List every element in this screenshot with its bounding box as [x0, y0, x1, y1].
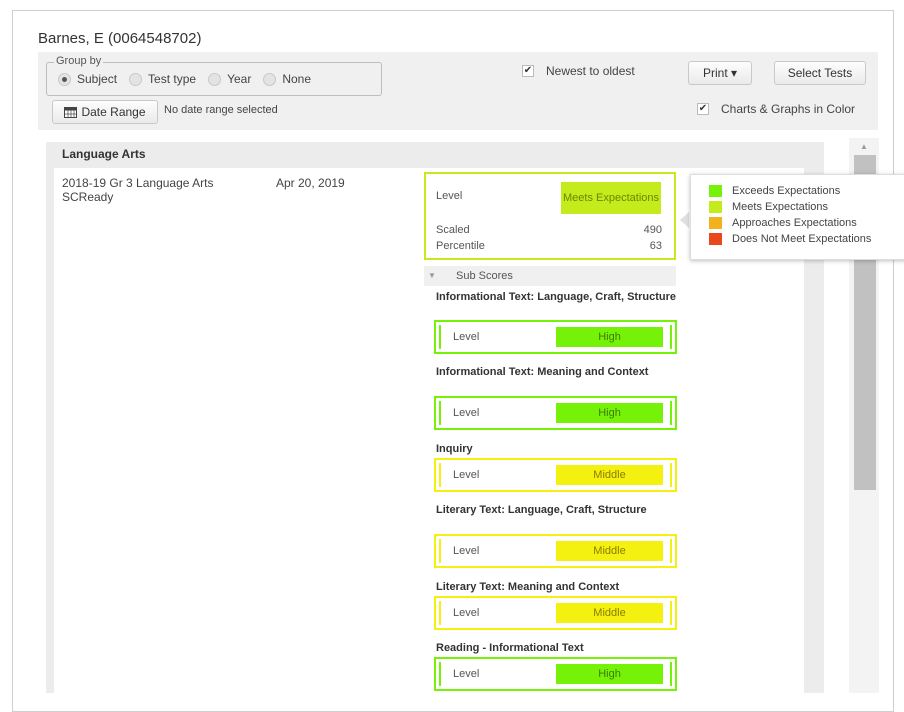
overall-score-card[interactable]: Level Meets Expectations Scaled 490 Perc…: [424, 172, 676, 260]
charts-in-color-checkbox[interactable]: ✔ Charts & Graphs in Color: [697, 102, 855, 116]
radio-label: Test type: [148, 72, 197, 86]
subscore-title: Reading - Informational Text: [436, 642, 584, 654]
student-name: Barnes, E (0064548702): [38, 30, 202, 47]
subscore-title: Informational Text: Meaning and Context: [436, 366, 649, 378]
date-range-button[interactable]: Date Range: [52, 100, 158, 124]
radio-test-type[interactable]: Test type: [129, 72, 196, 86]
subscore-card[interactable]: Level Middle: [434, 596, 677, 630]
date-range-status: No date range selected: [164, 104, 278, 116]
legend-label: Approaches Expectations: [732, 217, 857, 229]
legend-item: Meets Expectations: [709, 201, 828, 213]
percentile-value: 63: [649, 240, 662, 252]
subscore-level-label: Level: [453, 668, 480, 680]
subscore-card[interactable]: Level High: [434, 396, 677, 430]
level-badge: Meets Expectations: [561, 182, 661, 214]
sub-scores-label[interactable]: Sub Scores: [456, 270, 513, 282]
test-name: 2018-19 Gr 3 Language Arts SCReady: [62, 176, 214, 204]
legend-swatch: [709, 185, 722, 197]
radio-subject[interactable]: Subject: [58, 72, 117, 86]
checkbox-box[interactable]: ✔: [522, 65, 534, 77]
subscore-level-label: Level: [453, 331, 480, 343]
subscore-level-badge: Middle: [556, 541, 663, 561]
date-range-label: Date Range: [81, 105, 146, 119]
subscore-card[interactable]: Level High: [434, 657, 677, 691]
newest-to-oldest-checkbox[interactable]: ✔ Newest to oldest: [522, 64, 635, 78]
subscore-title: Literary Text: Meaning and Context: [436, 581, 620, 593]
charts-in-color-label: Charts & Graphs in Color: [721, 102, 856, 116]
radio-label: None: [282, 72, 311, 86]
level-label: Level: [436, 190, 463, 202]
radio-button[interactable]: [129, 72, 143, 86]
scaled-value: 490: [643, 224, 662, 236]
select-tests-button[interactable]: Select Tests: [774, 61, 866, 85]
radio-label: Subject: [77, 72, 118, 86]
legend-item: Exceeds Expectations: [709, 185, 840, 197]
percentile-label: Percentile: [436, 240, 485, 252]
subscore-card[interactable]: Level High: [434, 320, 677, 354]
radio-none[interactable]: None: [263, 72, 311, 86]
legend-popover: Exceeds Expectations Meets Expectations …: [690, 174, 904, 260]
legend-swatch: [709, 217, 722, 229]
radio-year[interactable]: Year: [208, 72, 251, 86]
subscore-level-label: Level: [453, 407, 480, 419]
subscore-level-badge: High: [556, 403, 663, 423]
print-button[interactable]: Print ▾: [688, 61, 752, 85]
radio-button[interactable]: [58, 72, 71, 86]
legend-pointer: [680, 212, 689, 228]
checkbox-box[interactable]: ✔: [697, 103, 709, 115]
scaled-label: Scaled: [436, 224, 470, 236]
radio-button[interactable]: [208, 72, 222, 86]
section-title: Language Arts: [62, 147, 146, 161]
subscore-card[interactable]: Level Middle: [434, 458, 677, 492]
radio-label: Year: [227, 72, 252, 86]
radio-button[interactable]: [263, 72, 277, 86]
subscore-title: Literary Text: Language, Craft, Structur…: [436, 504, 647, 516]
newest-to-oldest-label: Newest to oldest: [546, 64, 635, 78]
legend-label: Does Not Meet Expectations: [732, 233, 872, 245]
legend-swatch: [709, 233, 722, 245]
subscore-title: Inquiry: [436, 443, 473, 455]
group-by-label: Group by: [54, 55, 104, 67]
legend-label: Meets Expectations: [732, 201, 828, 213]
legend-item: Approaches Expectations: [709, 217, 857, 229]
subscore-level-badge: High: [556, 664, 663, 684]
legend-swatch: [709, 201, 722, 213]
subscore-level-label: Level: [453, 469, 480, 481]
subscore-title: Informational Text: Language, Craft, Str…: [436, 291, 676, 303]
scroll-up-arrow-icon[interactable]: ▲: [860, 142, 868, 151]
subscore-level-badge: Middle: [556, 465, 663, 485]
test-date: Apr 20, 2019: [276, 176, 345, 190]
subscore-level-label: Level: [453, 607, 480, 619]
legend-label: Exceeds Expectations: [732, 185, 841, 197]
calendar-icon: [64, 107, 78, 118]
subscore-card[interactable]: Level Middle: [434, 534, 677, 568]
subscore-level-label: Level: [453, 545, 480, 557]
legend-item: Does Not Meet Expectations: [709, 233, 871, 245]
caret-down-icon[interactable]: ▼: [428, 271, 436, 280]
subscore-level-badge: High: [556, 327, 663, 347]
subscore-level-badge: Middle: [556, 603, 663, 623]
group-by-radio-row: Subject Test type Year None: [58, 72, 323, 86]
